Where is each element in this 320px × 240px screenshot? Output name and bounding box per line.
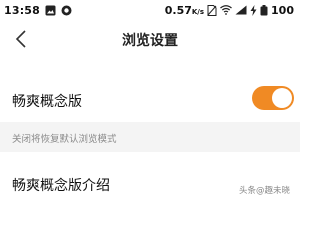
intro-label: 畅爽概念版介绍 xyxy=(12,178,110,194)
smooth-mode-hint-band: 关闭将恢复默认浏览模式 xyxy=(0,122,300,152)
toggle-knob xyxy=(272,88,292,108)
image-icon xyxy=(45,5,56,16)
charging-icon xyxy=(250,4,257,16)
page-title: 浏览设置 xyxy=(122,33,178,49)
battery-level: 100 xyxy=(271,3,294,17)
smooth-mode-label: 畅爽概念版 xyxy=(12,94,82,110)
network-speed-unit: K/s xyxy=(191,7,205,16)
no-sim-icon xyxy=(207,4,217,16)
battery-icon xyxy=(260,4,268,16)
status-bar: 13:58 0.57 K/s 100 xyxy=(0,0,300,20)
wifi-icon xyxy=(220,5,232,15)
watermark: 头条@趣未晓 xyxy=(238,186,290,196)
network-speed-value: 0.57 xyxy=(164,3,192,17)
signal-icon xyxy=(235,5,247,15)
smooth-mode-toggle[interactable] xyxy=(252,86,294,110)
app-notification-icon xyxy=(61,5,72,16)
status-time: 13:58 xyxy=(4,3,41,17)
title-bar: 浏览设置 xyxy=(0,22,300,56)
network-speed: 0.57 K/s xyxy=(165,4,204,17)
smooth-mode-hint: 关闭将恢复默认浏览模式 xyxy=(12,134,117,145)
